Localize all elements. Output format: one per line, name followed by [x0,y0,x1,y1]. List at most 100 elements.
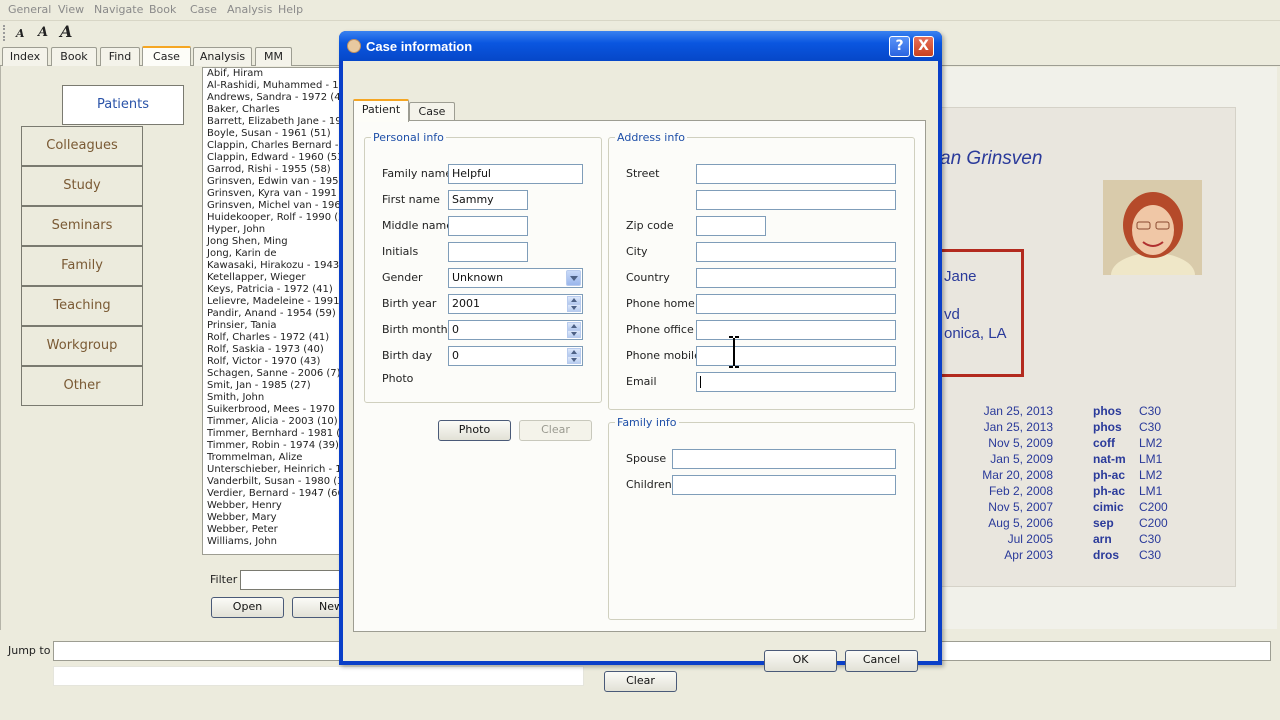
category-study[interactable]: Study [21,166,143,206]
middle-name-field[interactable] [448,216,528,236]
list-item[interactable]: Webber, Mary [203,512,341,524]
list-item[interactable]: Huidekooper, Rolf - 1990 (23) [203,212,341,224]
family-name-field[interactable]: Helpful [448,164,583,184]
list-item[interactable]: Baker, Charles [203,104,341,116]
category-workgroup[interactable]: Workgroup [21,326,143,366]
category-family[interactable]: Family [21,246,143,286]
jump-clear-button[interactable]: Clear [604,671,677,692]
close-button[interactable]: X [913,36,934,57]
list-item[interactable]: Hyper, John [203,224,341,236]
list-item[interactable]: Garrod, Rishi - 1955 (58) [203,164,341,176]
spinner-icon[interactable] [567,296,581,312]
first-name-field[interactable]: Sammy [448,190,528,210]
list-item[interactable]: Prinsier, Tania [203,320,341,332]
gender-select[interactable]: Unknown [448,268,583,288]
list-item[interactable]: Ketellapper, Wieger [203,272,341,284]
list-item[interactable]: Trommelman, Alize [203,452,341,464]
category-seminars[interactable]: Seminars [21,206,143,246]
photo-button[interactable]: Photo [438,420,511,441]
menu-book[interactable]: Book [149,3,176,16]
patient-list[interactable]: Abif, Hiram Al-Rashidi, Muhammed - 1989 … [202,67,342,555]
menu-view[interactable]: View [58,3,84,16]
category-teaching[interactable]: Teaching [21,286,143,326]
list-item[interactable]: Rolf, Charles - 1972 (41) [203,332,341,344]
tab-book[interactable]: Book [51,47,97,66]
list-item[interactable]: Rolf, Victor - 1970 (43) [203,356,341,368]
list-item[interactable]: Grinsven, Kyra van - 1991 (22 [203,188,341,200]
list-item[interactable]: Rolf, Saskia - 1973 (40) [203,344,341,356]
jump-suggestions[interactable] [53,666,584,686]
spinner-icon[interactable] [567,348,581,364]
list-item[interactable]: Grinsven, Michel van - 1960 (5 [203,200,341,212]
tab-patient[interactable]: Patient [353,99,409,122]
menu-analysis[interactable]: Analysis [227,3,272,16]
dialog-title-bar[interactable]: Case information ? X [339,31,942,61]
tab-case[interactable]: Case [142,46,191,67]
email-field[interactable] [696,372,896,392]
font-medium-button[interactable]: A [38,25,48,40]
list-item[interactable]: Jong Shen, Ming [203,236,341,248]
list-item[interactable]: Kawasaki, Hirakozu - 1943 (70 [203,260,341,272]
list-item[interactable]: Webber, Peter [203,524,341,536]
font-small-button[interactable]: A [16,27,25,40]
phone-mobile-field[interactable] [696,346,896,366]
tab-mm[interactable]: MM [255,47,292,66]
tab-case[interactable]: Case [409,102,455,121]
list-item[interactable]: Al-Rashidi, Muhammed - 1989 [203,80,341,92]
city-field[interactable] [696,242,896,262]
list-item[interactable]: Boyle, Susan - 1961 (51) [203,128,341,140]
clear-photo-button[interactable]: Clear [519,420,592,441]
list-item[interactable]: Vanderbilt, Susan - 1980 (32) [203,476,341,488]
list-item[interactable]: Jong, Karin de [203,248,341,260]
list-item[interactable]: Webber, Henry [203,500,341,512]
list-item[interactable]: Clappin, Charles Bernard - 19 [203,140,341,152]
birth-day-stepper[interactable]: 0 [448,346,583,366]
list-item[interactable]: Williams, John [203,536,341,548]
list-item[interactable]: Verdier, Bernard - 1947 (66) [203,488,341,500]
spinner-icon[interactable] [567,322,581,338]
birth-month-stepper[interactable]: 0 [448,320,583,340]
list-item[interactable]: Timmer, Bernhard - 1981 (32) [203,428,341,440]
list-item[interactable]: Schagen, Sanne - 2006 (7) [203,368,341,380]
zip-code-field[interactable] [696,216,766,236]
menu-help[interactable]: Help [278,3,303,16]
cancel-button[interactable]: Cancel [845,650,918,672]
list-item[interactable]: Barrett, Elizabeth Jane - 1950 [203,116,341,128]
list-item[interactable]: Abif, Hiram [203,68,341,80]
filter-input[interactable] [240,570,342,590]
tab-index[interactable]: Index [2,47,48,66]
menu-general[interactable]: General [8,3,51,16]
list-item[interactable]: Grinsven, Edwin van - 1959 ( [203,176,341,188]
list-item[interactable]: Suikerbrood, Mees - 1970 (43 [203,404,341,416]
chevron-down-icon[interactable] [566,270,581,286]
initials-field[interactable] [448,242,528,262]
list-item[interactable]: Timmer, Robin - 1974 (39) [203,440,341,452]
list-item[interactable]: Andrews, Sandra - 1972 (41) [203,92,341,104]
birth-year-stepper[interactable]: 2001 [448,294,583,314]
list-item[interactable]: Smit, Jan - 1985 (27) [203,380,341,392]
category-patients[interactable]: Patients [62,85,184,125]
help-button[interactable]: ? [889,36,910,57]
tab-analysis[interactable]: Analysis [193,47,252,66]
list-item[interactable]: Smith, John [203,392,341,404]
list-item[interactable]: Unterschieber, Heinrich - 1920 [203,464,341,476]
list-item[interactable]: Timmer, Alicia - 2003 (10) [203,416,341,428]
street-field[interactable] [696,164,896,184]
children-field[interactable] [672,475,896,495]
list-item[interactable]: Pandir, Anand - 1954 (59) [203,308,341,320]
tab-find[interactable]: Find [100,47,140,66]
country-field[interactable] [696,268,896,288]
open-button[interactable]: Open [211,597,284,618]
phone-home-field[interactable] [696,294,896,314]
ok-button[interactable]: OK [764,650,837,672]
list-item[interactable]: Clappin, Edward - 1960 (53) [203,152,341,164]
street-line-2-field[interactable] [696,190,896,210]
menu-navigate[interactable]: Navigate [94,3,143,16]
category-colleagues[interactable]: Colleagues [21,126,143,166]
list-item[interactable]: Lelievre, Madeleine - 1991 (22 [203,296,341,308]
menu-case[interactable]: Case [190,3,217,16]
font-large-button[interactable]: A [60,22,72,41]
phone-office-field[interactable] [696,320,896,340]
category-other[interactable]: Other [21,366,143,406]
list-item[interactable]: Keys, Patricia - 1972 (41) [203,284,341,296]
